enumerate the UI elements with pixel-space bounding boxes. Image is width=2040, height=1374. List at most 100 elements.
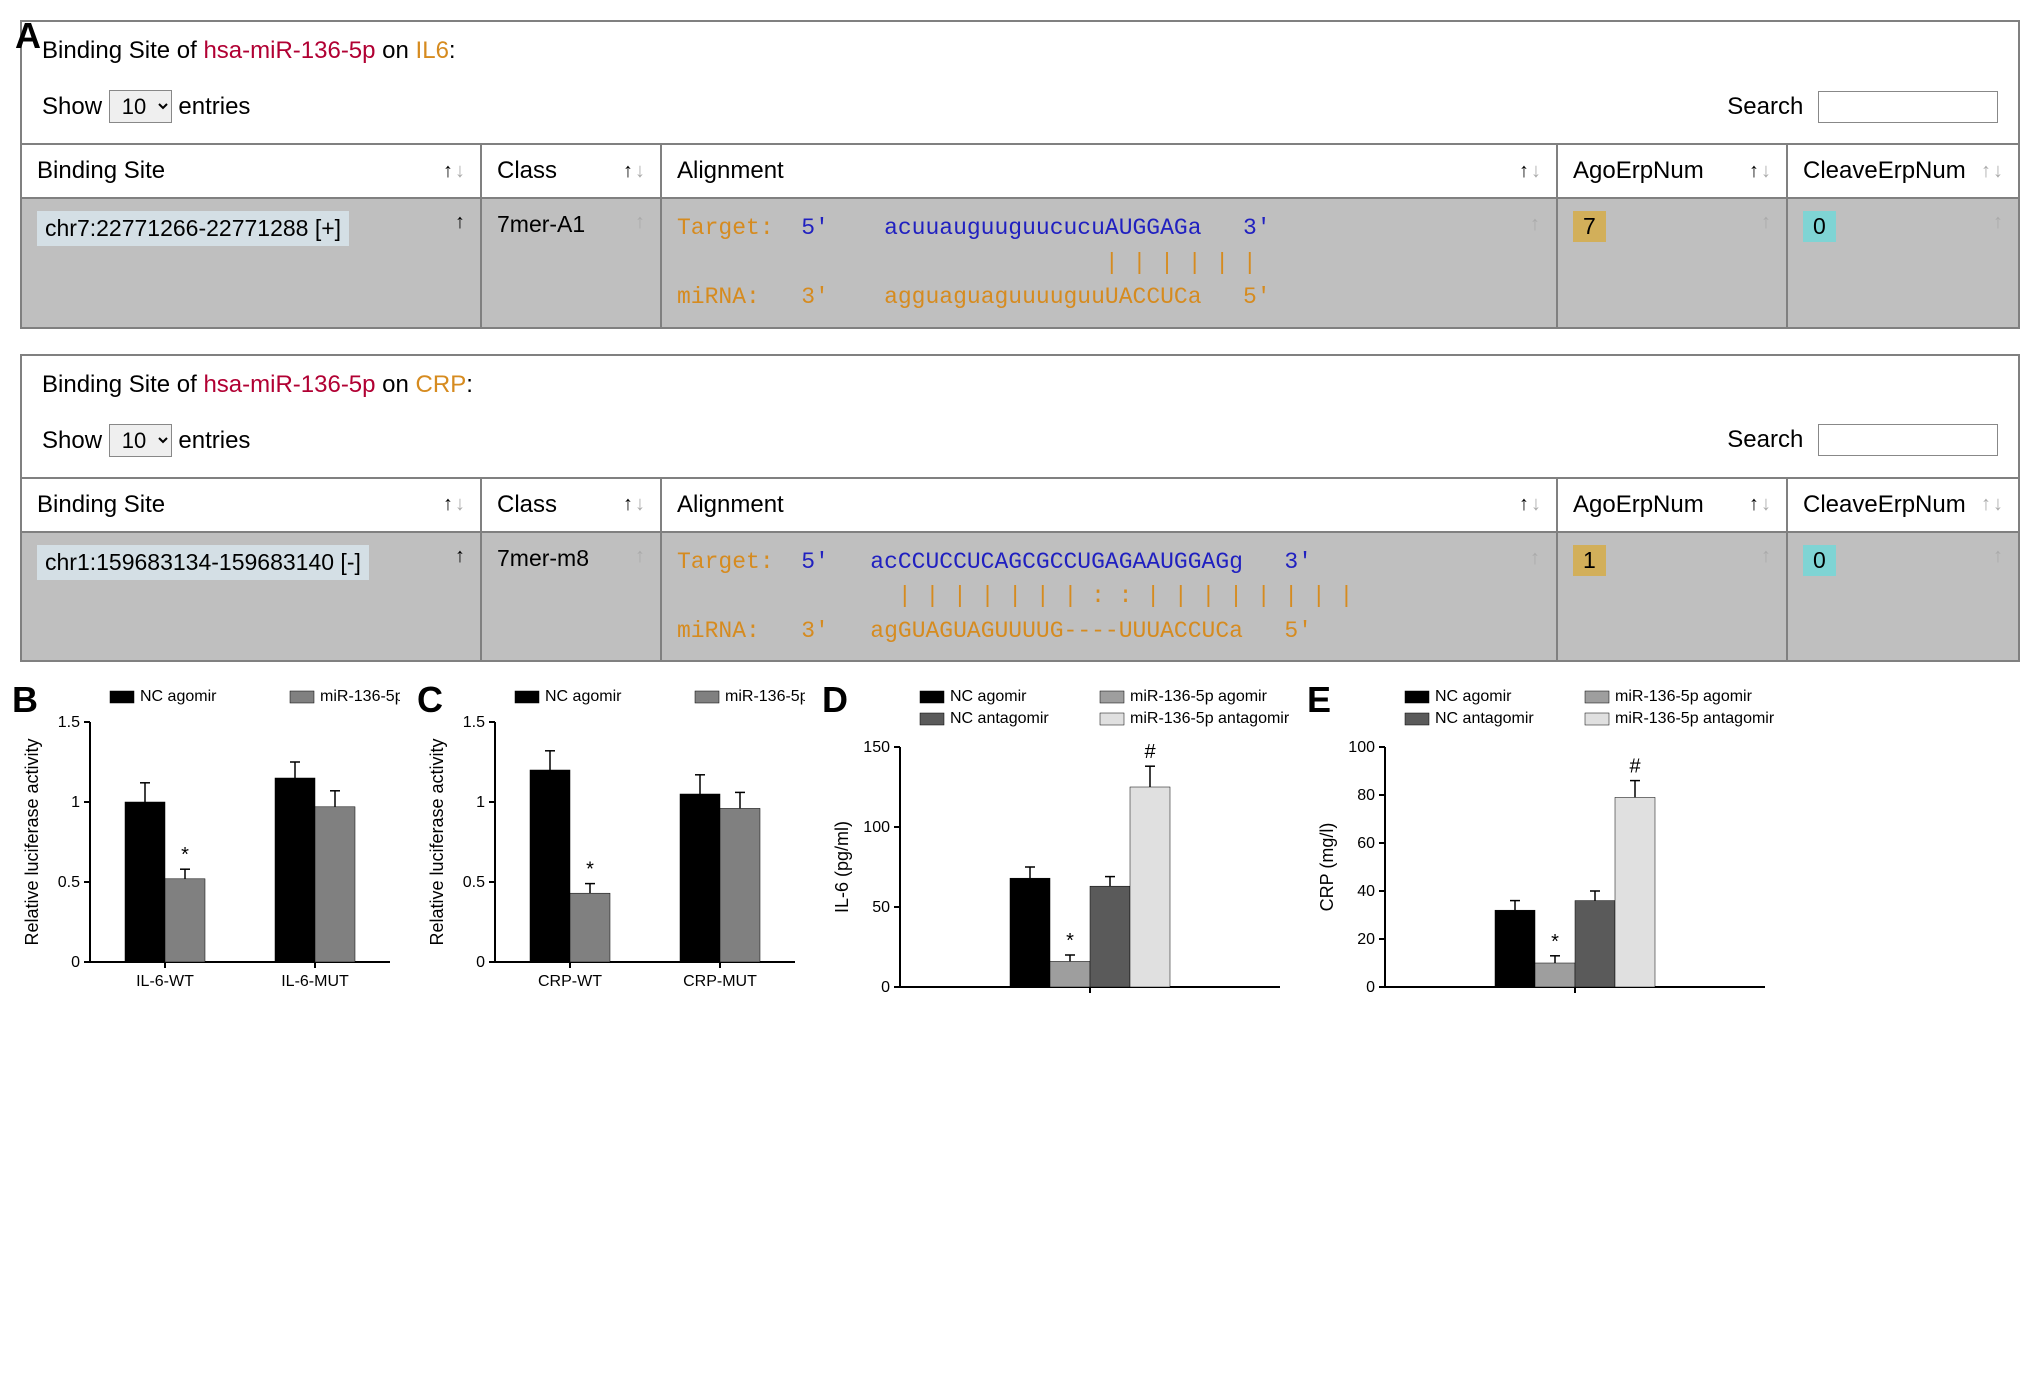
legend-label: miR-136-5p agomir [320, 688, 400, 705]
col-header-cleave[interactable]: CleaveErpNum↑↓ [1788, 145, 2018, 197]
y-tick-label: 0 [881, 979, 890, 996]
x-tick-label: CRP-MUT [683, 973, 757, 990]
legend-label: NC agomir [140, 688, 217, 705]
y-tick-label: 1 [71, 794, 80, 811]
entries-label: entries [178, 93, 250, 120]
title-prefix: Binding Site of [42, 371, 203, 398]
ago-cell: 1↑ [1558, 533, 1788, 661]
legend-swatch [695, 691, 719, 703]
bar [1010, 878, 1050, 987]
show-entries: Show 10 entries [42, 90, 250, 123]
legend-swatch [1100, 691, 1124, 703]
bar [1535, 963, 1575, 987]
on-text: on [376, 371, 416, 398]
cleave-cell: 0↑ [1788, 199, 2018, 327]
alignment-cell: Target: 5' acCCUCCUCAGCGCCUGAGAAUGGAGg 3… [662, 533, 1558, 661]
col-header-binding[interactable]: Binding Site↑↓ [22, 145, 482, 197]
entries-select[interactable]: 10 [109, 424, 172, 457]
bar [1615, 797, 1655, 987]
legend-swatch [110, 691, 134, 703]
search-box: Search [1727, 91, 1998, 123]
y-tick-label: 0.5 [58, 874, 80, 891]
x-tick-label: IL-6-WT [136, 973, 194, 990]
legend-label: NC antagomir [1435, 710, 1534, 727]
legend-label: miR-136-5p agomir [725, 688, 805, 705]
mir-name: hsa-miR-136-5p [203, 37, 375, 64]
bar [720, 808, 760, 962]
legend-swatch [1100, 713, 1124, 725]
y-tick-label: 1.5 [463, 714, 485, 731]
show-label: Show [42, 93, 102, 120]
bar [680, 794, 720, 962]
bar [1090, 886, 1130, 987]
legend-label: miR-136-5p agomir [1130, 688, 1268, 705]
bar [1495, 910, 1535, 987]
colon: : [449, 37, 456, 64]
y-tick-label: 0 [71, 954, 80, 971]
annotation: * [181, 844, 189, 866]
y-tick-label: 80 [1357, 787, 1375, 804]
show-label: Show [42, 427, 102, 454]
col-header-ago[interactable]: AgoErpNum↑↓ [1558, 145, 1788, 197]
annotation: * [1066, 930, 1074, 952]
binding-table-il6: Binding Site of hsa-miR-136-5p on IL6: S… [20, 20, 2020, 329]
y-axis-label: Relative luciferase activity [427, 738, 447, 945]
legend-label: miR-136-5p antagomir [1615, 710, 1775, 727]
bar [1050, 961, 1090, 987]
search-label: Search [1727, 426, 1803, 453]
bar [1575, 901, 1615, 987]
legend-swatch [1405, 691, 1429, 703]
col-header-alignment[interactable]: Alignment↑↓ [662, 479, 1558, 531]
panel-label-A: A [15, 15, 41, 57]
col-header-class[interactable]: Class↑↓ [482, 145, 662, 197]
panel-label-B: B [12, 679, 38, 721]
chart-panel-C: CNC agomirmiR-136-5p agomir00.511.5Relat… [425, 687, 805, 1067]
gene-name: CRP [416, 371, 467, 398]
search-input[interactable] [1818, 91, 1998, 123]
entries-label: entries [178, 427, 250, 454]
y-tick-label: 100 [1348, 739, 1375, 756]
col-header-binding[interactable]: Binding Site↑↓ [22, 479, 482, 531]
search-input[interactable] [1818, 424, 1998, 456]
chart-B: NC agomirmiR-136-5p agomir00.511.5Relati… [20, 687, 400, 1027]
col-header-alignment[interactable]: Alignment↑↓ [662, 145, 1558, 197]
chart-panel-B: BNC agomirmiR-136-5p agomir00.511.5Relat… [20, 687, 400, 1067]
legend-swatch [920, 691, 944, 703]
search-label: Search [1727, 93, 1803, 120]
gene-name: IL6 [416, 37, 449, 64]
chart-panel-D: DNC agomirmiR-136-5p agomirNC antagomirm… [830, 687, 1290, 1067]
bar [315, 807, 355, 962]
x-tick-label: IL-6-MUT [281, 973, 349, 990]
legend-label: miR-136-5p agomir [1615, 688, 1753, 705]
charts-row: BNC agomirmiR-136-5p agomir00.511.5Relat… [20, 687, 2020, 1067]
chart-panel-E: ENC agomirmiR-136-5p agomirNC antagomirm… [1315, 687, 1775, 1067]
col-header-class[interactable]: Class↑↓ [482, 479, 662, 531]
legend-swatch [1405, 713, 1429, 725]
bar [570, 893, 610, 962]
y-tick-label: 0 [476, 954, 485, 971]
annotation: * [1551, 931, 1559, 953]
table-title: Binding Site of hsa-miR-136-5p on IL6: [42, 37, 1998, 65]
panel-label-E: E [1307, 679, 1331, 721]
class-cell: 7mer-m8↑ [482, 533, 662, 661]
y-tick-label: 150 [863, 739, 890, 756]
entries-select[interactable]: 10 [109, 90, 172, 123]
table-row: chr1:159683134-159683140 [-]↑ 7mer-m8↑ T… [22, 533, 2018, 661]
legend-swatch [290, 691, 314, 703]
ago-cell: 7↑ [1558, 199, 1788, 327]
annotation: # [1144, 741, 1156, 763]
col-header-ago[interactable]: AgoErpNum↑↓ [1558, 479, 1788, 531]
panel-label-C: C [417, 679, 443, 721]
table-title: Binding Site of hsa-miR-136-5p on CRP: [42, 371, 1998, 399]
bar [165, 879, 205, 962]
title-prefix: Binding Site of [42, 37, 203, 64]
y-tick-label: 60 [1357, 835, 1375, 852]
y-tick-label: 0 [1366, 979, 1375, 996]
bar [275, 778, 315, 962]
legend-swatch [515, 691, 539, 703]
y-tick-label: 50 [872, 899, 890, 916]
y-axis-label: Relative luciferase activity [22, 738, 42, 945]
chart-C: NC agomirmiR-136-5p agomir00.511.5Relati… [425, 687, 805, 1027]
col-header-cleave[interactable]: CleaveErpNum↑↓ [1788, 479, 2018, 531]
legend-swatch [1585, 713, 1609, 725]
